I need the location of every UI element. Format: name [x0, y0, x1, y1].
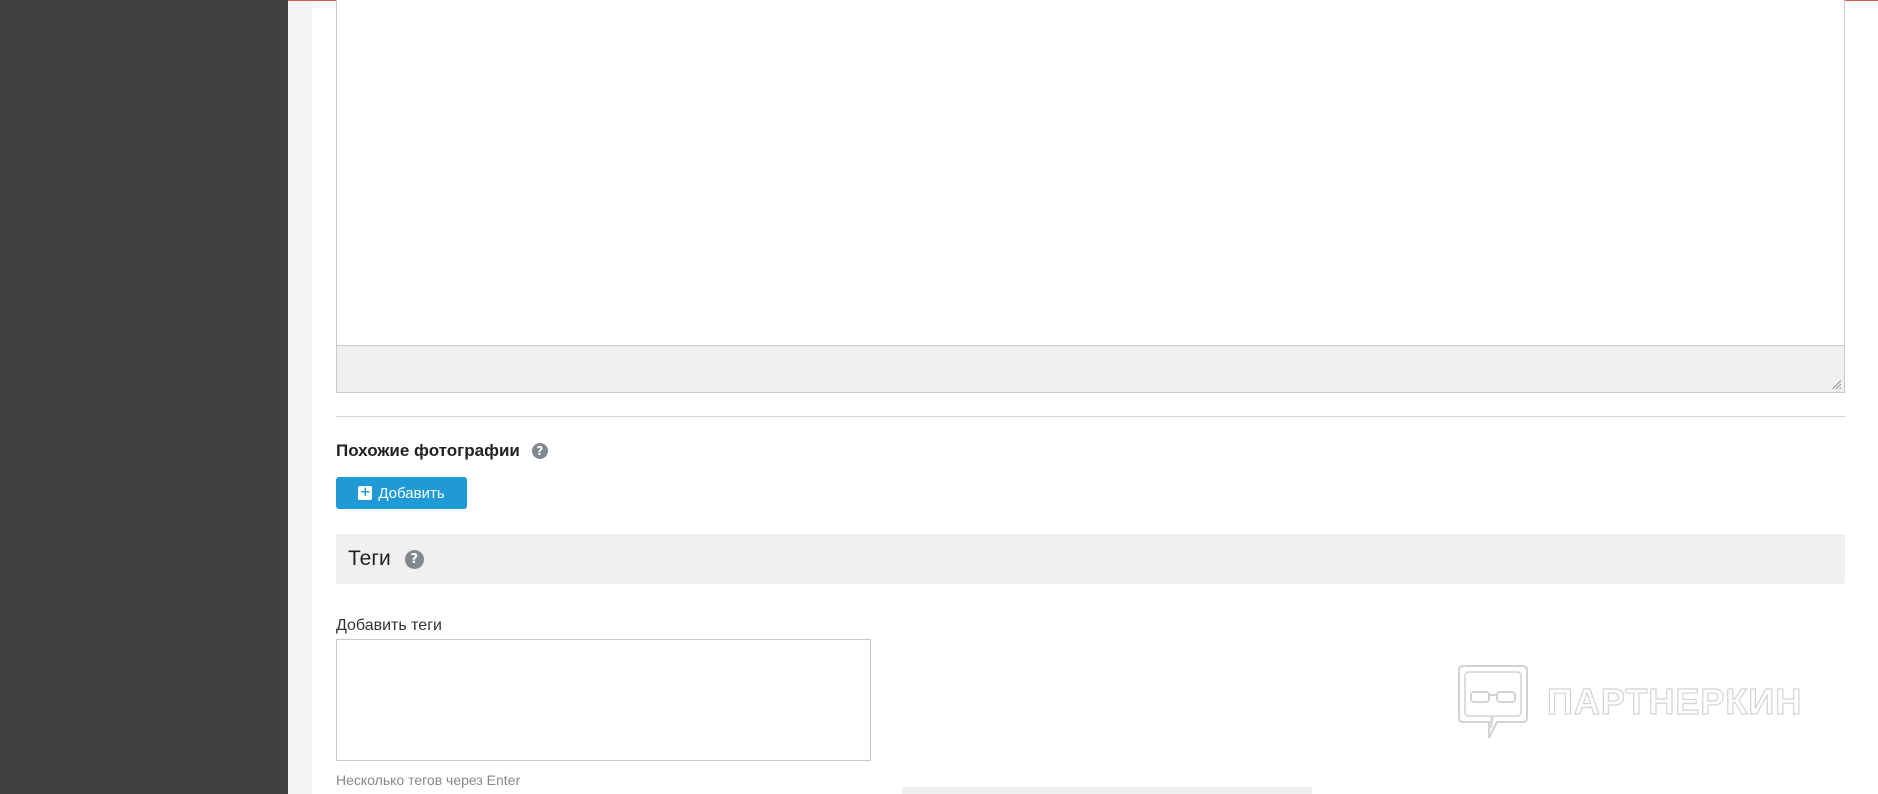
help-icon[interactable]: ? [531, 443, 548, 459]
similar-photos-label: Похожие фотографии [336, 441, 520, 460]
editor-text-area[interactable] [337, 0, 1844, 345]
speech-bubble-glasses-icon [1458, 665, 1528, 739]
similar-photos-heading: Похожие фотографии ? [336, 441, 548, 461]
help-icon[interactable]: ? [404, 549, 424, 569]
add-button-label: Добавить [378, 484, 445, 502]
tags-hint: Несколько тегов через Enter [336, 772, 521, 788]
tags-section-title: Теги [348, 547, 391, 570]
tags-input[interactable] [336, 639, 871, 761]
content-gutter [288, 1, 312, 794]
plus-square-icon: + [358, 485, 373, 500]
watermark-text: ПАРТНЕРКИН [1546, 680, 1803, 722]
tags-section-header: Теги ? [336, 534, 1845, 584]
resize-handle-icon[interactable] [1831, 379, 1841, 389]
bottom-panel-edge [902, 787, 1312, 794]
editor-status-bar [337, 345, 1844, 392]
left-sidebar [0, 0, 288, 794]
add-tags-label: Добавить теги [336, 617, 442, 634]
section-divider [336, 416, 1845, 417]
watermark-logo: ПАРТНЕРКИН [1455, 662, 1802, 742]
rich-text-editor[interactable] [336, 0, 1845, 393]
add-similar-photo-button[interactable]: + Добавить [336, 477, 467, 509]
